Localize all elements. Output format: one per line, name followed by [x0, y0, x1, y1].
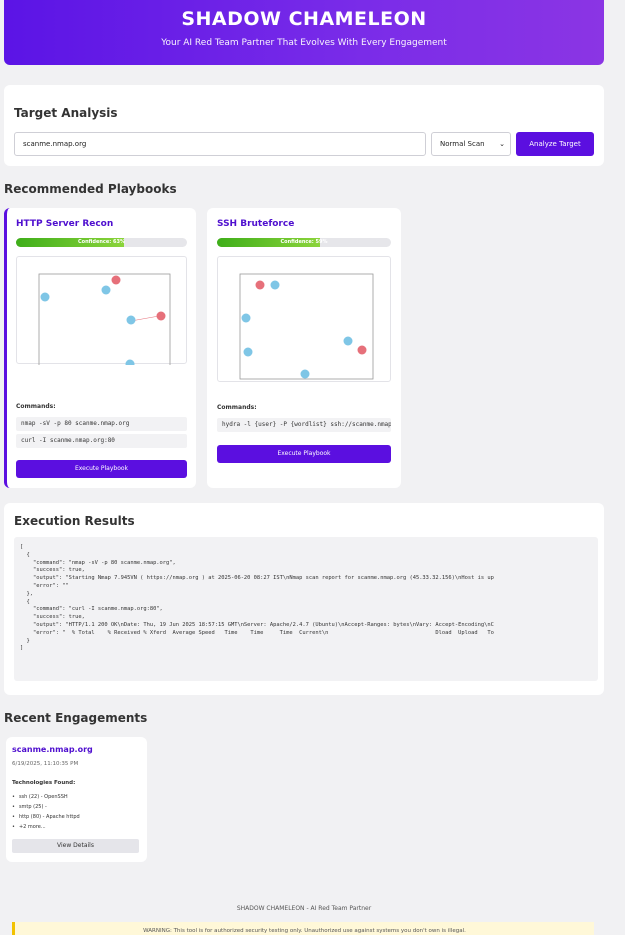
graph-node — [255, 280, 265, 290]
execute-playbook-button[interactable]: Execute Playbook — [16, 460, 187, 478]
engagement-host: scanme.nmap.org — [12, 745, 93, 754]
confidence-bar: Confidence: 63% — [16, 238, 187, 247]
commands-label: Commands: — [217, 404, 257, 411]
target-input[interactable]: scanme.nmap.org — [14, 132, 426, 156]
engagement-date: 6/19/2025, 11:10:35 PM — [12, 761, 79, 767]
scan-type-select[interactable]: Normal Scan ⌄ — [431, 132, 511, 156]
scan-type-value: Normal Scan — [440, 140, 485, 148]
execution-results-output: [ { "command": "nmap -sV -p 80 scanme.nm… — [14, 537, 598, 681]
playbook-name: SSH Bruteforce — [217, 219, 295, 229]
analyze-target-button[interactable]: Analyze Target — [516, 132, 594, 156]
graph-node — [300, 369, 310, 379]
graph-node — [343, 336, 353, 346]
confidence-text: Confidence: 63% — [78, 239, 125, 245]
command-line: hydra -l {user} -P {wordlist} ssh://scan… — [217, 418, 391, 432]
footer-text: SHADOW CHAMELEON - AI Red Team Partner — [236, 905, 372, 912]
commands-label: Commands: — [16, 403, 56, 410]
list-item: ssh (22) - OpenSSH — [12, 792, 80, 802]
technologies-list: ssh (22) - OpenSSH smtp (25) - http (80)… — [12, 792, 80, 832]
list-item: +2 more... — [12, 822, 80, 832]
app-header: SHADOW CHAMELEON Your AI Red Team Partne… — [4, 0, 604, 65]
execute-playbook-button[interactable]: Execute Playbook — [217, 445, 391, 463]
graph-frame — [239, 273, 374, 380]
graph-node — [126, 315, 136, 325]
playbook-card-http: HTTP Server Recon Confidence: 63% Comman… — [4, 208, 196, 488]
target-analysis-title: Target Analysis — [14, 106, 118, 120]
recommended-playbooks-title: Recommended Playbooks — [4, 182, 177, 196]
playbook-card-ssh: SSH Bruteforce Confidence: 59% Commands:… — [207, 208, 401, 488]
attack-graph[interactable] — [217, 256, 391, 382]
attack-graph-svg — [239, 273, 374, 380]
attack-graph[interactable] — [16, 256, 187, 365]
recent-engagements-title: Recent Engagements — [4, 711, 148, 725]
graph-node — [357, 345, 367, 355]
attack-graph-svg — [38, 273, 171, 365]
graph-node — [101, 285, 111, 295]
list-item: smtp (25) - — [12, 802, 80, 812]
confidence-text: Confidence: 59% — [280, 239, 328, 245]
technologies-label: Technologies Found: — [12, 780, 76, 786]
execution-results-title: Execution Results — [14, 514, 135, 528]
target-analysis-panel: Target Analysis scanme.nmap.org Normal S… — [4, 85, 604, 166]
confidence-bar: Confidence: 59% — [217, 238, 391, 247]
execution-results-panel: Execution Results [ { "command": "nmap -… — [4, 503, 604, 695]
app-subtitle: Your AI Red Team Partner That Evolves Wi… — [161, 38, 447, 48]
playbook-name: HTTP Server Recon — [16, 219, 114, 229]
command-line: curl -I scanme.nmap.org:80 — [16, 434, 187, 448]
graph-node — [241, 313, 251, 323]
engagement-card: scanme.nmap.org 6/19/2025, 11:10:35 PM T… — [6, 737, 147, 862]
graph-node — [156, 311, 166, 321]
app-title: SHADOW CHAMELEON — [181, 8, 427, 30]
graph-node — [125, 359, 135, 365]
warning-banner: WARNING: This tool is for authorized sec… — [12, 922, 594, 935]
view-details-button[interactable]: View Details — [12, 839, 139, 853]
graph-node — [40, 292, 50, 302]
command-line: nmap -sV -p 80 scanme.nmap.org — [16, 417, 187, 431]
graph-node — [111, 275, 121, 285]
chevron-down-icon: ⌄ — [499, 140, 505, 148]
list-item: http (80) - Apache httpd — [12, 812, 80, 822]
graph-node — [243, 347, 253, 357]
graph-node — [270, 280, 280, 290]
